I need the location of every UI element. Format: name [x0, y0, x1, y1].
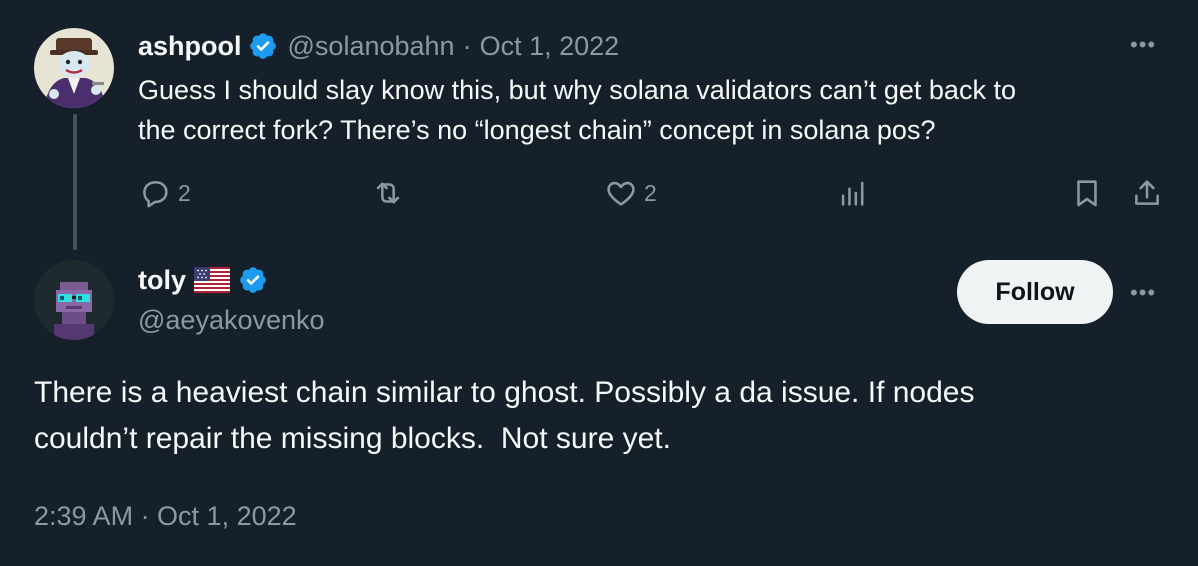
thread-connector-line [73, 114, 77, 250]
reply-count: 2 [178, 179, 191, 206]
parent-action-bar: 2 2 [138, 176, 1164, 216]
follow-button[interactable]: Follow [957, 260, 1113, 324]
main-handle-row: @aeyakovenko [138, 302, 325, 338]
main-display-name[interactable]: toly [138, 265, 186, 296]
main-tweet-header: toly [138, 260, 278, 300]
bookmark-icon [1077, 180, 1097, 207]
parent-tweet-text-line-1: Guess I should slay know this, but why s… [138, 75, 1016, 105]
parent-separator: · [462, 30, 472, 61]
parent-date[interactable]: Oct 1, 2022 [480, 31, 620, 62]
main-timestamp-row: 2:39 AM · Oct 1, 2022 [34, 496, 297, 536]
verified-badge-icon [249, 33, 276, 59]
share-button[interactable] [1130, 176, 1164, 210]
views-icon [841, 181, 864, 206]
main-handle[interactable]: @aeyakovenko [138, 305, 325, 336]
avatar-ashpool[interactable] [34, 28, 114, 108]
main-more-button[interactable]: ••• [1130, 280, 1156, 306]
like-button[interactable]: 2 [604, 176, 657, 210]
avatar-toly[interactable] [34, 260, 114, 340]
heart-icon [607, 181, 635, 206]
us-flag-icon [194, 267, 231, 293]
parent-more-button[interactable]: ••• [1130, 32, 1156, 58]
parent-tweet-header: ashpool @solanobahn · Oct 1, 2022 [138, 26, 619, 66]
main-timestamp[interactable]: 2:39 AM · Oct 1, 2022 [34, 501, 297, 532]
reply-icon [143, 181, 168, 208]
main-tweet-text-line-2: couldn’t repair the missing blocks. Not … [34, 422, 671, 455]
retweet-icon [376, 182, 400, 204]
parent-display-name[interactable]: ashpool [138, 31, 242, 62]
verified-badge-icon [240, 267, 266, 293]
parent-tweet-text-line-2: the correct fork? There’s no “longest ch… [138, 115, 936, 145]
like-count: 2 [644, 179, 657, 206]
main-tweet-text: There is a heaviest chain similar to gho… [34, 370, 1164, 462]
main-tweet-text-line-1: There is a heaviest chain similar to gho… [34, 376, 975, 409]
reply-button[interactable]: 2 [138, 176, 191, 210]
share-icon [1135, 180, 1159, 205]
parent-handle[interactable]: @solanobahn [288, 31, 455, 62]
parent-tweet-text: Guess I should slay know this, but why s… [138, 70, 1178, 150]
views-button[interactable] [836, 176, 870, 210]
retweet-button[interactable] [370, 176, 406, 210]
bookmark-button[interactable] [1070, 176, 1104, 210]
